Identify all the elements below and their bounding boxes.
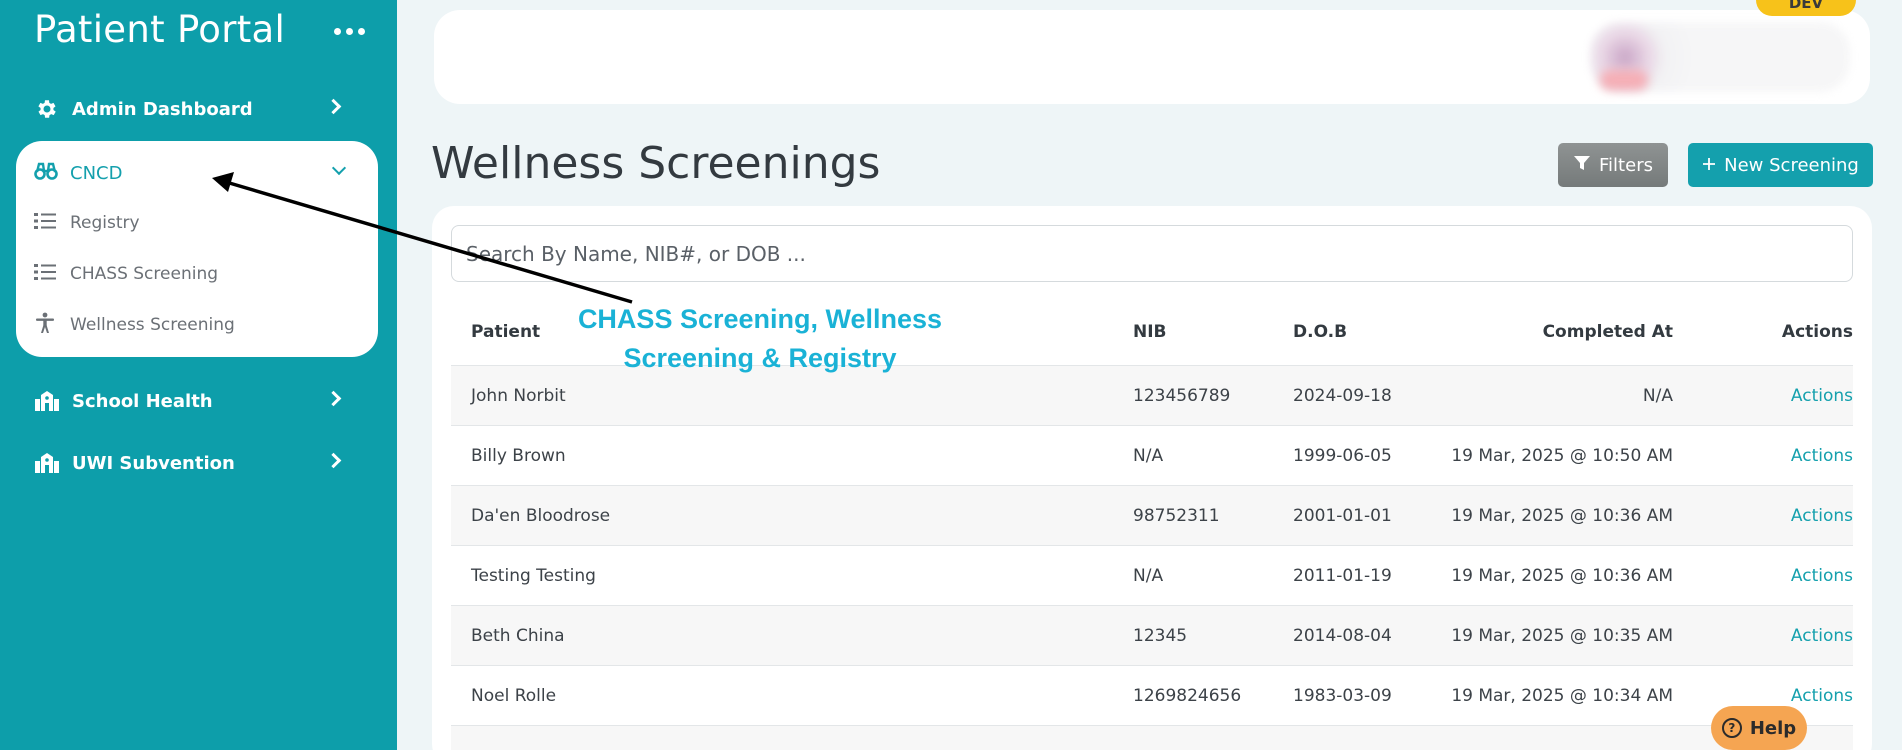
page-title: Wellness Screenings: [431, 138, 881, 189]
sidebar-item-label: School Health: [72, 390, 213, 412]
row-actions-link[interactable]: Actions: [1733, 626, 1853, 646]
chevron-right-icon: [325, 98, 342, 115]
search-input[interactable]: [451, 225, 1853, 282]
list-icon: [34, 212, 56, 234]
filters-button[interactable]: Filters: [1558, 143, 1668, 187]
list-icon: [34, 263, 56, 285]
cell-completed-at: 19 Mar, 2025 @ 10:50 AM: [1451, 446, 1673, 466]
sidebar-item-label: UWI Subvention: [72, 452, 235, 474]
cell-nib: 1269824656: [1133, 686, 1242, 706]
filter-icon: [1573, 154, 1591, 177]
cell-completed-at: 19 Mar, 2025 @ 10:34 AM: [1451, 686, 1673, 706]
cell-dob: 1983-03-09: [1293, 686, 1392, 706]
cell-dob: 2024-09-18: [1293, 386, 1392, 406]
cell-dob: 2011-01-19: [1293, 566, 1392, 586]
table-row: Beth China 12345 2014-08-04 19 Mar, 2025…: [451, 606, 1853, 666]
sidebar: Patient Portal Admin Dashboard CNCD Regi…: [0, 0, 397, 750]
plus-icon: [1702, 155, 1716, 176]
table-row: Noel Rolle 1269824656 1983-03-09 19 Mar,…: [451, 666, 1853, 726]
cell-patient: Da'en Bloodrose: [471, 506, 611, 526]
sidebar-subitem-registry[interactable]: Registry: [34, 206, 354, 240]
row-actions-link[interactable]: Actions: [1733, 566, 1853, 586]
chevron-right-icon: [325, 390, 342, 407]
row-actions-link[interactable]: Actions: [1733, 446, 1853, 466]
table-row: Da'en Bloodrose 98752311 2001-01-01 19 M…: [451, 486, 1853, 546]
person-icon: [34, 312, 56, 338]
dev-badge: DEV: [1756, 0, 1856, 16]
cell-patient: Testing Testing: [471, 566, 596, 586]
chevron-right-icon: [325, 452, 342, 469]
cell-nib: 123456789: [1133, 386, 1231, 406]
column-header-actions: Actions: [1781, 322, 1853, 342]
sidebar-item-label: CHASS Screening: [70, 264, 219, 284]
school-icon: [34, 388, 60, 414]
column-header-completed-at: Completed At: [1542, 322, 1673, 342]
cell-patient: Noel Rolle: [471, 686, 557, 706]
cell-completed-at: N/A: [1642, 386, 1673, 406]
annotation-text: CHASS Screening, Wellness Screening & Re…: [560, 300, 960, 378]
sidebar-item-school-health[interactable]: School Health: [34, 381, 359, 421]
row-actions-link[interactable]: Actions: [1733, 506, 1853, 526]
column-header-nib: NIB: [1133, 322, 1167, 342]
table-row: Billy Brown N/A 1999-06-05 19 Mar, 2025 …: [451, 426, 1853, 486]
cell-dob: 1999-06-05: [1293, 446, 1392, 466]
school-icon: [34, 450, 60, 476]
column-header-dob: D.O.B: [1293, 322, 1348, 342]
sidebar-item-label: Wellness Screening: [70, 315, 235, 335]
app: Patient Portal Admin Dashboard CNCD Regi…: [0, 0, 1902, 750]
new-screening-button[interactable]: New Screening: [1688, 143, 1873, 187]
row-actions-link[interactable]: Actions: [1733, 686, 1853, 706]
chevron-down-icon: [331, 160, 347, 176]
sidebar-item-admin-dashboard[interactable]: Admin Dashboard: [34, 89, 359, 129]
table-row: Testing Testing N/A 2011-01-19 19 Mar, 2…: [451, 546, 1853, 606]
sidebar-item-cncd[interactable]: CNCD: [34, 155, 364, 191]
table-row-partial: [451, 726, 1853, 750]
cell-completed-at: 19 Mar, 2025 @ 10:36 AM: [1451, 506, 1673, 526]
sidebar-subitem-wellness-screening[interactable]: Wellness Screening: [34, 308, 354, 342]
cell-dob: 2014-08-04: [1293, 626, 1392, 646]
cell-patient: John Norbit: [471, 386, 566, 406]
more-options-icon[interactable]: [334, 28, 365, 35]
annotation-line-2: Screening & Registry: [623, 343, 897, 373]
cell-dob: 2001-01-01: [1293, 506, 1392, 526]
sidebar-item-label: Registry: [70, 213, 140, 233]
cell-patient: Billy Brown: [471, 446, 566, 466]
user-profile-redacted-mark: [1600, 70, 1648, 90]
brand-title: Patient Portal: [34, 8, 286, 51]
binoculars-icon: [34, 161, 58, 185]
cell-nib: 98752311: [1133, 506, 1220, 526]
sidebar-item-label: Admin Dashboard: [72, 98, 253, 120]
cell-nib: N/A: [1133, 446, 1164, 466]
sidebar-item-uwi-subvention[interactable]: UWI Subvention: [34, 443, 359, 483]
row-actions-link[interactable]: Actions: [1733, 386, 1853, 406]
filters-button-label: Filters: [1599, 154, 1653, 176]
question-icon: ?: [1721, 718, 1742, 738]
cell-patient: Beth China: [471, 626, 565, 646]
column-header-patient: Patient: [471, 322, 541, 342]
help-button[interactable]: ? Help: [1711, 706, 1807, 750]
cell-completed-at: 19 Mar, 2025 @ 10:35 AM: [1451, 626, 1673, 646]
sidebar-subitem-chass-screening[interactable]: CHASS Screening: [34, 257, 354, 291]
cell-nib: 12345: [1133, 626, 1188, 646]
cell-nib: N/A: [1133, 566, 1164, 586]
cell-completed-at: 19 Mar, 2025 @ 10:36 AM: [1451, 566, 1673, 586]
sidebar-item-label: CNCD: [70, 162, 123, 184]
cncd-menu-group: CNCD Registry CHASS Screening Wellness S…: [16, 141, 378, 357]
gear-icon: [34, 96, 60, 122]
new-screening-button-label: New Screening: [1724, 154, 1859, 176]
annotation-line-1: CHASS Screening, Wellness: [577, 304, 943, 334]
help-button-label: Help: [1749, 717, 1797, 739]
